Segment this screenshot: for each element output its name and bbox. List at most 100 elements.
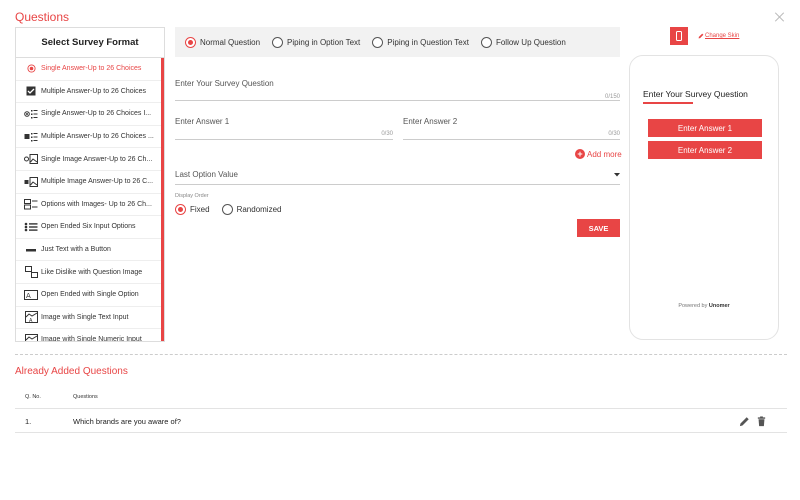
change-skin-bar: Change Skin	[670, 27, 739, 45]
format-item-label: Multiple Answer-Up to 26 Choices	[41, 87, 147, 95]
survey-format-heading: Select Survey Format	[16, 28, 164, 58]
answer-1-char-count: 0/30	[381, 131, 393, 137]
powered-by: Powered by Unomer	[629, 303, 779, 309]
col-questions: Questions	[73, 394, 98, 400]
image-checkbox-icon	[24, 176, 38, 187]
format-item[interactable]: Like Dislike with Question Image	[16, 261, 164, 284]
image-text-icon: A	[24, 311, 38, 324]
format-item-label: Just Text with a Button	[41, 246, 111, 254]
image-options-icon	[24, 198, 38, 210]
edit-pencil-icon[interactable]	[739, 416, 750, 427]
add-more-button[interactable]: + Add more	[575, 149, 622, 159]
qtype-label: Piping in Option Text	[287, 37, 361, 47]
qtype-normal[interactable]: Normal Question	[185, 36, 261, 48]
preview-answer-2[interactable]: Enter Answer 2	[648, 141, 762, 159]
format-item[interactable]: Single Answer-Up to 26 Choices	[16, 58, 164, 81]
format-item-label: Multiple Answer-Up to 26 Choices ...	[41, 133, 154, 141]
format-item-label: Open Ended with Single Option	[41, 291, 139, 299]
brand-name: Unomer	[708, 303, 730, 309]
radio-icon	[221, 204, 233, 215]
qtype-label: Follow Up Question	[495, 37, 566, 47]
question-type-bar: Normal Question Piping in Option Text Pi…	[175, 27, 620, 57]
format-item-label: Single Answer-Up to 26 Choices I...	[41, 110, 152, 118]
delete-trash-icon[interactable]	[756, 416, 767, 427]
order-label: Randomized	[236, 205, 282, 214]
added-questions-title: Already Added Questions	[15, 366, 128, 377]
preview-question-underline	[643, 102, 693, 104]
qtype-piping-question[interactable]: Piping in Question Text	[372, 36, 469, 48]
add-more-label: Add more	[587, 149, 622, 159]
format-item-label: Image with Single Numeric Input	[41, 336, 142, 342]
radio-icon	[175, 204, 186, 215]
qtype-piping-option[interactable]: Piping in Option Text	[272, 36, 361, 48]
text-input-icon: A	[24, 289, 38, 300]
mobile-preview-button[interactable]	[670, 27, 688, 45]
format-item[interactable]: A Image with Single Text Input	[16, 307, 164, 330]
save-button[interactable]: SAVE	[577, 219, 620, 237]
row-question: Which brands are you aware of?	[73, 417, 181, 426]
order-fixed[interactable]: Fixed	[175, 204, 210, 215]
format-item-label: Like Dislike with Question Image	[41, 268, 143, 276]
qtype-follow-up[interactable]: Follow Up Question	[480, 36, 566, 48]
display-order-label: Display Order	[175, 193, 209, 199]
preview-question: Enter Your Survey Question	[643, 89, 748, 99]
answer-2-char-count: 0/30	[608, 131, 620, 137]
table-header: Q. No. Questions	[15, 389, 787, 409]
radio-icon	[372, 36, 384, 48]
format-item-label: Open Ended Six Input Options	[41, 223, 136, 231]
radio-icon	[24, 64, 38, 74]
close-icon[interactable]	[774, 11, 786, 23]
display-order-group: Fixed Randomized	[175, 204, 293, 215]
page-title: Questions	[15, 10, 70, 24]
svg-text:1: 1	[29, 341, 32, 342]
answer-1-placeholder: Enter Answer 1	[175, 117, 230, 126]
format-item[interactable]: Options with Images- Up to 26 Ch...	[16, 194, 164, 217]
format-item[interactable]: Multiple Image Answer-Up to 26 C...	[16, 171, 164, 194]
format-item-label: Options with Images- Up to 26 Ch...	[41, 200, 152, 208]
col-qno: Q. No.	[25, 394, 41, 400]
question-placeholder: Enter Your Survey Question	[175, 79, 274, 88]
section-divider	[15, 354, 787, 355]
format-item[interactable]: Single Image Answer-Up to 26 Ch...	[16, 148, 164, 171]
image-numeric-icon: 1	[24, 333, 38, 342]
format-item[interactable]: Open Ended Six Input Options	[16, 216, 164, 239]
last-option-select[interactable]: Last Option Value	[175, 169, 620, 185]
mobile-icon	[676, 31, 682, 41]
preview-answer-1[interactable]: Enter Answer 1	[648, 119, 762, 137]
radio-list-icon	[24, 109, 38, 119]
answer-1-input[interactable]: Enter Answer 1 0/30	[175, 116, 393, 140]
format-list-scrollbar[interactable]	[161, 58, 164, 341]
answer-2-input[interactable]: Enter Answer 2 0/30	[403, 116, 620, 140]
qtype-label: Normal Question	[200, 37, 261, 47]
format-item[interactable]: Single Answer-Up to 26 Choices I...	[16, 103, 164, 126]
checkbox-list-icon	[24, 132, 38, 142]
radio-icon	[480, 36, 492, 48]
row-number: 1.	[25, 417, 32, 426]
change-skin-link[interactable]: Change Skin	[698, 33, 739, 39]
format-item[interactable]: 1 Image with Single Numeric Input	[16, 329, 164, 342]
question-input[interactable]: Enter Your Survey Question 0/150	[175, 78, 620, 101]
powered-by-label: Powered by	[678, 303, 708, 309]
table-row: 1. Which brands are you aware of?	[15, 410, 787, 433]
image-list-icon	[24, 154, 38, 165]
last-option-placeholder: Last Option Value	[175, 170, 239, 179]
order-randomized[interactable]: Randomized	[221, 204, 282, 215]
pencil-icon	[698, 33, 704, 39]
answer-2-placeholder: Enter Answer 2	[403, 117, 458, 126]
button-icon	[24, 245, 38, 255]
format-item-label: Image with Single Text Input	[41, 313, 129, 321]
format-item[interactable]: Just Text with a Button	[16, 239, 164, 262]
format-item-label: Multiple Image Answer-Up to 26 C...	[41, 178, 154, 186]
survey-format-list: Single Answer-Up to 26 Choices Multiple A…	[16, 58, 164, 342]
qtype-label: Piping in Question Text	[387, 37, 469, 47]
order-label: Fixed	[190, 205, 210, 214]
survey-format-panel: Select Survey Format Single Answer-Up to…	[15, 27, 165, 342]
like-dislike-icon	[24, 266, 38, 279]
format-item[interactable]: A Open Ended with Single Option	[16, 284, 164, 307]
checkbox-icon	[24, 86, 38, 96]
format-item[interactable]: Multiple Answer-Up to 26 Choices	[16, 81, 164, 104]
change-skin-label: Change Skin	[705, 33, 740, 39]
format-item[interactable]: Multiple Answer-Up to 26 Choices ...	[16, 126, 164, 149]
radio-icon	[272, 36, 284, 48]
caret-down-icon	[614, 173, 620, 177]
